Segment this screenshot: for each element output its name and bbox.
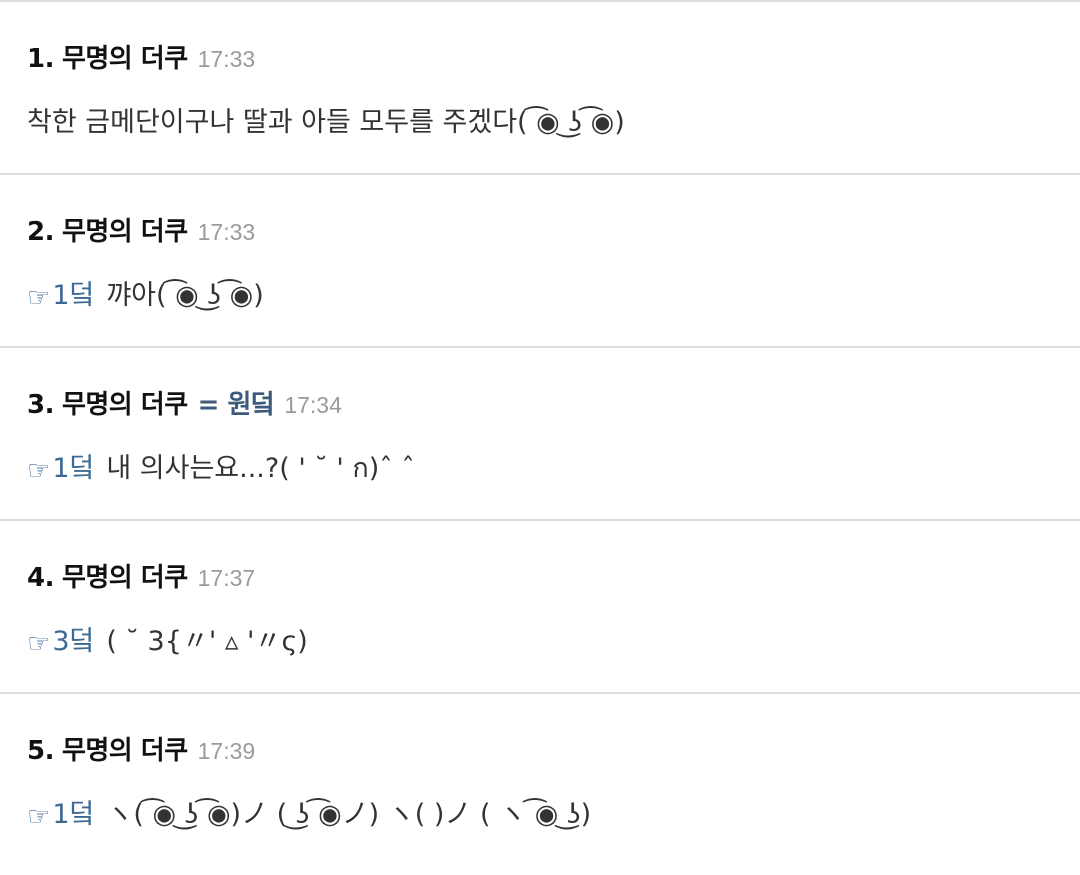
comment-item: 5. 무명의 더쿠 17:39 ☞ 1덬 ヽ( ͡◉ ͜ʖ ͡◉)ノ ( ͜ʖ …: [0, 694, 1080, 867]
reply-reference-link[interactable]: ☞ 1덬: [27, 446, 95, 486]
comment-body: ☞ 1덬 내 의사는요...?( ' ˘ ' ก)ˆ ˆ: [27, 446, 1080, 489]
comment-item: 1. 무명의 더쿠 17:33 착한 금메단이구나 딸과 아들 모두를 주겠다(…: [0, 2, 1080, 175]
comment-body: 착한 금메단이구나 딸과 아들 모두를 주겠다( ͡◉ ͜ʖ ͡◉): [27, 100, 1080, 139]
comment-item: 2. 무명의 더쿠 17:33 ☞ 1덬 꺄아( ͡◉ ͜ʖ ͡◉): [0, 175, 1080, 348]
comment-number[interactable]: 3.: [27, 390, 54, 420]
comment-text: 꺄아( ͡◉ ͜ʖ ͡◉): [106, 280, 264, 311]
reply-reference-label: 1덬: [52, 280, 95, 311]
comment-body: ☞ 1덬 ヽ( ͡◉ ͜ʖ ͡◉)ノ ( ͜ʖ ͡◉ノ) ヽ( )ノ ( ヽ ͡…: [27, 792, 1080, 832]
reply-reference-label: 1덬: [52, 453, 95, 484]
comment-author: 무명의 더쿠: [61, 390, 188, 420]
comment-header: 3. 무명의 더쿠 = 원덬 17:34: [27, 384, 1080, 424]
anchor-arrow-icon: ☞: [27, 802, 51, 832]
anchor-arrow-icon: ☞: [27, 629, 51, 659]
comment-number[interactable]: 2.: [27, 217, 54, 247]
comment-thread: 1. 무명의 더쿠 17:33 착한 금메단이구나 딸과 아들 모두를 주겠다(…: [0, 0, 1080, 867]
comment-text: 내 의사는요...?( ' ˘ ' ก)ˆ ˆ: [106, 453, 415, 484]
comment-header: 1. 무명의 더쿠 17:33: [27, 38, 1080, 78]
anchor-arrow-icon: ☞: [27, 283, 51, 313]
comment-author: 무명의 더쿠: [61, 563, 188, 593]
comment-text: ヽ( ͡◉ ͜ʖ ͡◉)ノ ( ͜ʖ ͡◉ノ) ヽ( )ノ ( ヽ ͡◉ ͜ʖ): [106, 799, 592, 830]
comment-item: 4. 무명의 더쿠 17:37 ☞ 3덬 ( ˘ 3{〃' ▵ '〃ς): [0, 521, 1080, 694]
comment-time: 17:33: [197, 219, 256, 245]
comment-number[interactable]: 1.: [27, 44, 54, 74]
comment-time: 17:33: [197, 46, 256, 72]
comment-number[interactable]: 5.: [27, 736, 54, 766]
comment-header: 2. 무명의 더쿠 17:33: [27, 211, 1080, 251]
reply-reference-link[interactable]: ☞ 1덬: [27, 792, 95, 832]
reply-reference-link[interactable]: ☞ 3덬: [27, 619, 95, 659]
reply-reference-link[interactable]: ☞ 1덬: [27, 273, 95, 313]
comment-header: 4. 무명의 더쿠 17:37: [27, 557, 1080, 597]
anchor-arrow-icon: ☞: [27, 456, 51, 486]
comment-text: ( ˘ 3{〃' ▵ '〃ς): [106, 626, 308, 657]
original-poster-tag: = 원덬: [197, 390, 275, 420]
reply-reference-label: 3덬: [52, 626, 95, 657]
comment-time: 17:39: [197, 738, 256, 764]
comment-text: 착한 금메단이구나 딸과 아들 모두를 주겠다( ͡◉ ͜ʖ ͡◉): [27, 107, 625, 138]
comment-author: 무명의 더쿠: [61, 44, 188, 74]
comment-number[interactable]: 4.: [27, 563, 54, 593]
comment-time: 17:37: [197, 565, 256, 591]
comment-body: ☞ 1덬 꺄아( ͡◉ ͜ʖ ͡◉): [27, 273, 1080, 313]
comment-author: 무명의 더쿠: [61, 736, 188, 766]
comment-author: 무명의 더쿠: [61, 217, 188, 247]
comment-body: ☞ 3덬 ( ˘ 3{〃' ▵ '〃ς): [27, 619, 1080, 659]
reply-reference-label: 1덬: [52, 799, 95, 830]
comment-time: 17:34: [284, 392, 342, 418]
comment-item: 3. 무명의 더쿠 = 원덬 17:34 ☞ 1덬 내 의사는요...?( ' …: [0, 348, 1080, 521]
comment-header: 5. 무명의 더쿠 17:39: [27, 730, 1080, 770]
